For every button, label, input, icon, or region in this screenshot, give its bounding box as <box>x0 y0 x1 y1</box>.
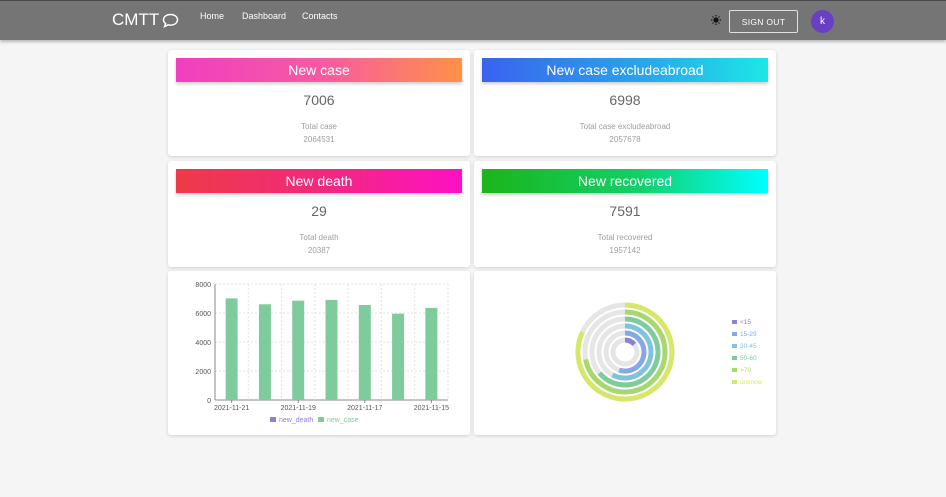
card-title: New recovered <box>482 169 768 193</box>
x-tick-label: 2021-11-15 <box>414 405 449 412</box>
bar-new-case <box>425 307 438 400</box>
bar-new-case <box>325 299 338 400</box>
brand[interactable]: CMTT <box>112 10 179 30</box>
legend-label: new_case <box>327 417 359 424</box>
card-sub-label: Total recovered <box>597 233 653 242</box>
card-sub-value: 20387 <box>307 246 331 255</box>
legend-swatch <box>270 417 276 422</box>
x-tick-label: 2021-11-21 <box>214 405 249 412</box>
card-title: New case <box>176 58 462 82</box>
bar-new-case <box>358 305 371 400</box>
y-tick-label: 6000 <box>195 311 211 318</box>
legend-label: new_death <box>279 417 313 424</box>
y-tick-label: 0 <box>207 398 211 405</box>
y-tick-label: 2000 <box>195 369 211 376</box>
new-recovered-card: New recovered 7591 Total recovered 19571… <box>474 161 776 267</box>
legend-swatch <box>318 417 324 422</box>
y-tick-label: 8000 <box>195 282 211 289</box>
avatar[interactable]: k <box>811 10 834 33</box>
card-value: 29 <box>311 203 327 219</box>
x-tick-label: 2021-11-19 <box>281 405 316 412</box>
legend-swatch <box>732 380 737 384</box>
card-title: New case excludeabroad <box>482 58 768 82</box>
legend-swatch <box>732 332 737 336</box>
sign-out-button[interactable]: SIGN OUT <box>729 10 798 33</box>
legend-swatch <box>732 356 737 360</box>
y-tick-label: 4000 <box>195 340 211 347</box>
card-sub-value: 2057678 <box>609 135 641 144</box>
legend-label: 15-29 <box>740 331 757 338</box>
legend-swatch <box>732 344 737 348</box>
legend-swatch <box>732 368 737 372</box>
legend-swatch <box>732 320 737 324</box>
legend-label: 50-60 <box>740 355 757 362</box>
card-sub-label: Total death <box>299 233 339 242</box>
card-value: 7591 <box>609 203 641 219</box>
brand-title: CMTT <box>112 10 160 29</box>
card-title: New death <box>176 169 462 193</box>
new-case-card: New case 7006 Total case 2064531 <box>168 50 470 156</box>
card-value: 7006 <box>303 92 335 108</box>
legend-label: 30-45 <box>740 343 757 350</box>
new-case-excludeabroad-card: New case excludeabroad 6998 Total case e… <box>474 50 776 156</box>
bar-new-case <box>292 300 305 400</box>
bar-new-case <box>258 304 271 400</box>
bar-new-case <box>225 298 238 400</box>
card-value: 6998 <box>609 92 641 108</box>
card-sub-value: 2064531 <box>303 135 335 144</box>
nav-link-home[interactable]: Home <box>200 11 224 21</box>
legend-label: <15 <box>740 319 751 326</box>
bar-chart-card: 0 2000 4000 6000 8000 2021-11-21 2021-11-19 202… <box>168 271 470 435</box>
navbar: CMTT Home Dashboard Contacts SIGN OUT k <box>0 0 946 40</box>
theme-toggle-icon[interactable] <box>711 15 721 25</box>
bar-new-case <box>392 313 405 400</box>
age-radial-chart: <15 15-29 30-45 50-60 >70 unknow <box>575 302 763 402</box>
nav-link-dashboard[interactable]: Dashboard <box>242 11 286 21</box>
card-sub-label: Total case <box>300 122 338 131</box>
nav-link-contacts[interactable]: Contacts <box>302 11 338 21</box>
legend-label: unknow <box>740 379 763 386</box>
chat-bubble-icon <box>162 13 179 28</box>
x-tick-label: 2021-11-17 <box>347 405 382 412</box>
legend-label: >70 <box>740 367 751 374</box>
card-sub-label: Total case excludeabroad <box>579 122 671 131</box>
age-radial-chart-card: <15 15-29 30-45 50-60 >70 unknow <box>474 271 776 435</box>
card-sub-value: 1957142 <box>609 246 641 255</box>
bar-chart: 0 2000 4000 6000 8000 2021-11-21 2021-11-19 202… <box>195 282 449 424</box>
new-death-card: New death 29 Total death 20387 <box>168 161 470 267</box>
